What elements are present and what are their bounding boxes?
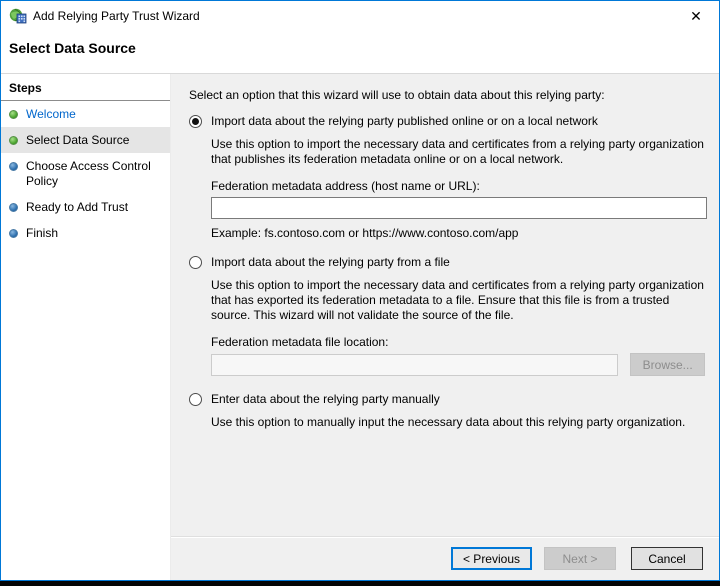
page-title: Select Data Source [9,40,136,56]
option-description: Use this option to import the necessary … [211,278,704,322]
sidebar-item-choose-access-control-policy: Choose Access Control Policy [1,153,170,194]
radio-label: Import data about the relying party publ… [211,114,598,128]
close-icon: ✕ [690,7,702,24]
title-bar: Add Relying Party Trust Wizard ✕ [1,1,719,31]
step-label: Ready to Add Trust [26,200,129,214]
next-button: Next > [544,547,616,570]
radio-unselected-icon[interactable] [189,393,202,406]
radio-selected-icon[interactable] [189,115,202,128]
option-description: Use this option to manually input the ne… [211,415,686,429]
metadata-address-label: Federation metadata address (host name o… [211,179,480,193]
browse-button: Browse... [630,353,705,376]
step-completed-icon [9,136,18,145]
example-text: Example: fs.contoso.com or https://www.c… [211,226,519,240]
wizard-window: Add Relying Party Trust Wizard ✕ Select … [0,0,720,581]
sidebar-item-welcome[interactable]: Welcome [1,101,170,127]
radio-label: Enter data about the relying party manua… [211,392,440,406]
sidebar-item-select-data-source[interactable]: Select Data Source [1,127,170,153]
step-label: Choose Access Control Policy [26,159,151,188]
main-content: Select an option that this wizard will u… [171,74,719,536]
wizard-body: Steps Welcome Select Data Source Choose … [1,73,719,580]
main-panel: Select an option that this wizard will u… [171,74,719,580]
step-pending-icon [9,203,18,212]
cancel-button[interactable]: Cancel [631,547,703,570]
file-location-row: Browse... [211,353,705,376]
radio-option-import-file[interactable]: Import data about the relying party from… [189,255,705,269]
button-bar: < Previous Next > Cancel [171,536,719,580]
app-icon [9,8,27,24]
steps-sidebar: Steps Welcome Select Data Source Choose … [1,74,171,580]
step-pending-icon [9,229,18,238]
sidebar-item-ready-to-add-trust: Ready to Add Trust [1,194,170,220]
step-label: Finish [26,226,59,240]
previous-button[interactable]: < Previous [450,547,532,570]
intro-text: Select an option that this wizard will u… [189,88,605,102]
window-title: Add Relying Party Trust Wizard [33,9,200,23]
metadata-address-input[interactable] [211,197,707,219]
radio-label: Import data about the relying party from… [211,255,450,269]
metadata-file-label: Federation metadata file location: [211,335,389,349]
close-button[interactable]: ✕ [679,2,713,30]
step-label: Welcome [26,107,76,121]
radio-unselected-icon[interactable] [189,256,202,269]
step-completed-icon [9,110,18,119]
radio-option-import-online[interactable]: Import data about the relying party publ… [189,114,705,128]
step-label: Select Data Source [26,133,130,147]
metadata-file-input [211,353,619,376]
step-pending-icon [9,162,18,171]
steps-heading: Steps [1,74,170,101]
sidebar-item-finish: Finish [1,220,170,246]
screen: Add Relying Party Trust Wizard ✕ Select … [0,0,720,586]
radio-option-enter-manually[interactable]: Enter data about the relying party manua… [189,392,705,406]
option-description: Use this option to import the necessary … [211,137,704,166]
